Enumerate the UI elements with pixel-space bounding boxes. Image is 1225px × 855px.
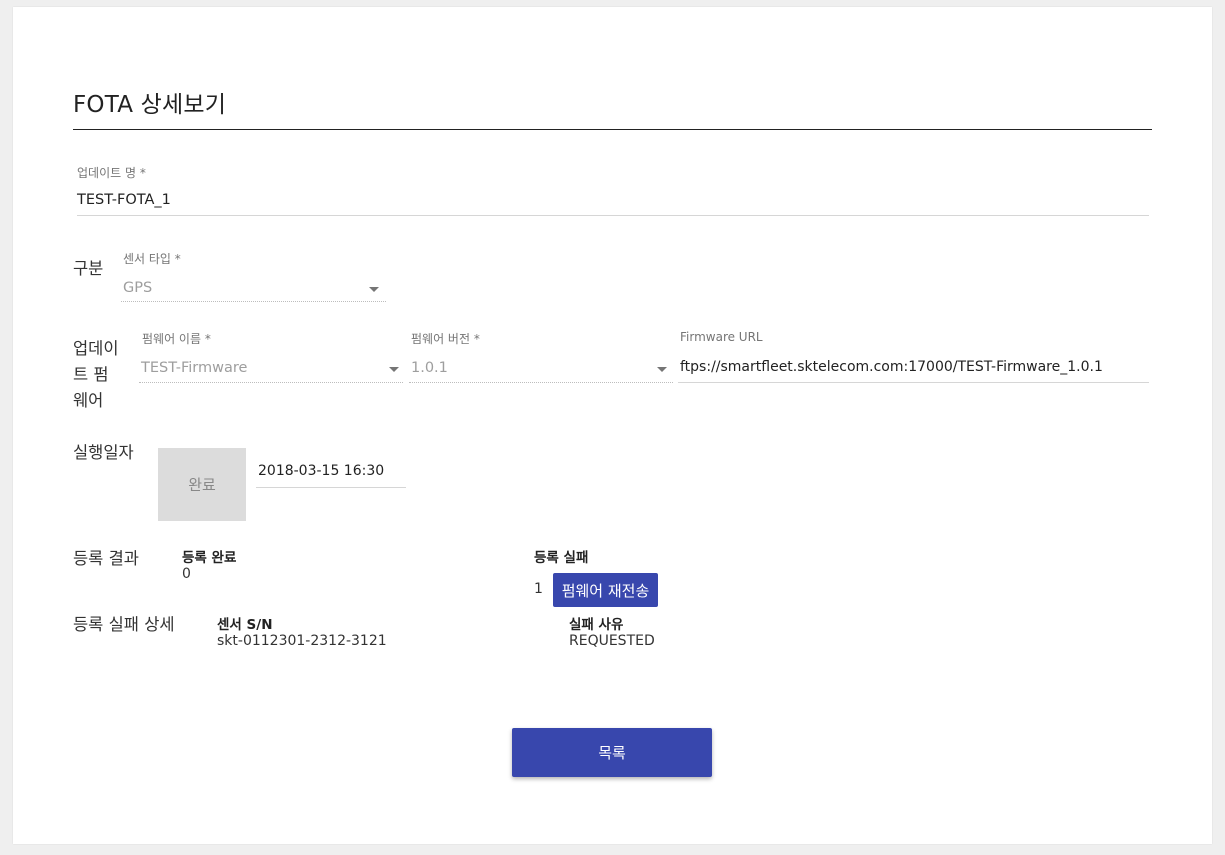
failure-reason-label: 실패 사유 [569,617,624,633]
failure-reason-value: REQUESTED [569,633,655,649]
caret-down-icon [389,367,399,372]
firmware-row-label-line2: 트 펌 [73,365,109,384]
execution-datetime-field[interactable]: 2018-03-15 16:30 [258,463,384,479]
sensor-type-value: GPS [123,280,153,296]
execution-datetime-underline [256,487,406,488]
failure-detail-row-label: 등록 실패 상세 [73,615,175,634]
firmware-version-label: 펌웨어 버전 * [411,332,480,346]
firmware-version-value: 1.0.1 [411,360,448,376]
caret-down-icon [657,367,667,372]
sensor-type-select[interactable]: GPS [121,275,386,303]
caret-down-icon [369,287,379,292]
firmware-name-value: TEST-Firmware [141,360,248,376]
status-badge: 완료 [158,448,246,521]
title-divider [73,129,1152,130]
success-count: 0 [182,566,191,582]
fota-detail-card: FOTA 상세보기 업데이트 명 * TEST-FOTA_1 구분 센서 타입 … [13,7,1212,844]
sensor-type-label: 센서 타입 * [123,252,181,266]
firmware-name-underline [139,382,403,383]
failure-count: 1 [534,581,543,597]
update-name-underline [77,215,1149,216]
result-row-label: 등록 결과 [73,549,139,568]
sensor-sn-label: 센서 S/N [217,617,273,633]
firmware-name-select[interactable]: TEST-Firmware [139,354,403,384]
firmware-version-underline [409,382,673,383]
firmware-row-label-line3: 웨어 [73,391,104,410]
execution-row-label: 실행일자 [73,443,134,462]
firmware-row-label-line1: 업데이 [73,339,119,358]
resend-firmware-button[interactable]: 펌웨어 재전송 [553,573,658,607]
firmware-name-label: 펌웨어 이름 * [142,332,211,346]
update-name-label: 업데이트 명 * [77,166,146,180]
firmware-row-label: 업데이 트 펌 웨어 [73,336,119,414]
success-label: 등록 완료 [182,550,237,566]
category-row-label: 구분 [73,259,104,278]
sensor-type-underline [121,301,386,302]
page-title: FOTA 상세보기 [73,92,227,118]
firmware-version-select[interactable]: 1.0.1 [409,354,673,384]
firmware-url-field[interactable]: ftps://smartfleet.sktelecom.com:17000/TE… [680,359,1103,375]
sensor-sn-value: skt-0112301-2312-3121 [217,633,387,649]
failure-label: 등록 실패 [534,550,589,566]
firmware-url-label: Firmware URL [680,330,763,344]
list-button[interactable]: 목록 [512,728,712,777]
update-name-field[interactable]: TEST-FOTA_1 [77,192,171,208]
firmware-url-underline [678,382,1149,383]
